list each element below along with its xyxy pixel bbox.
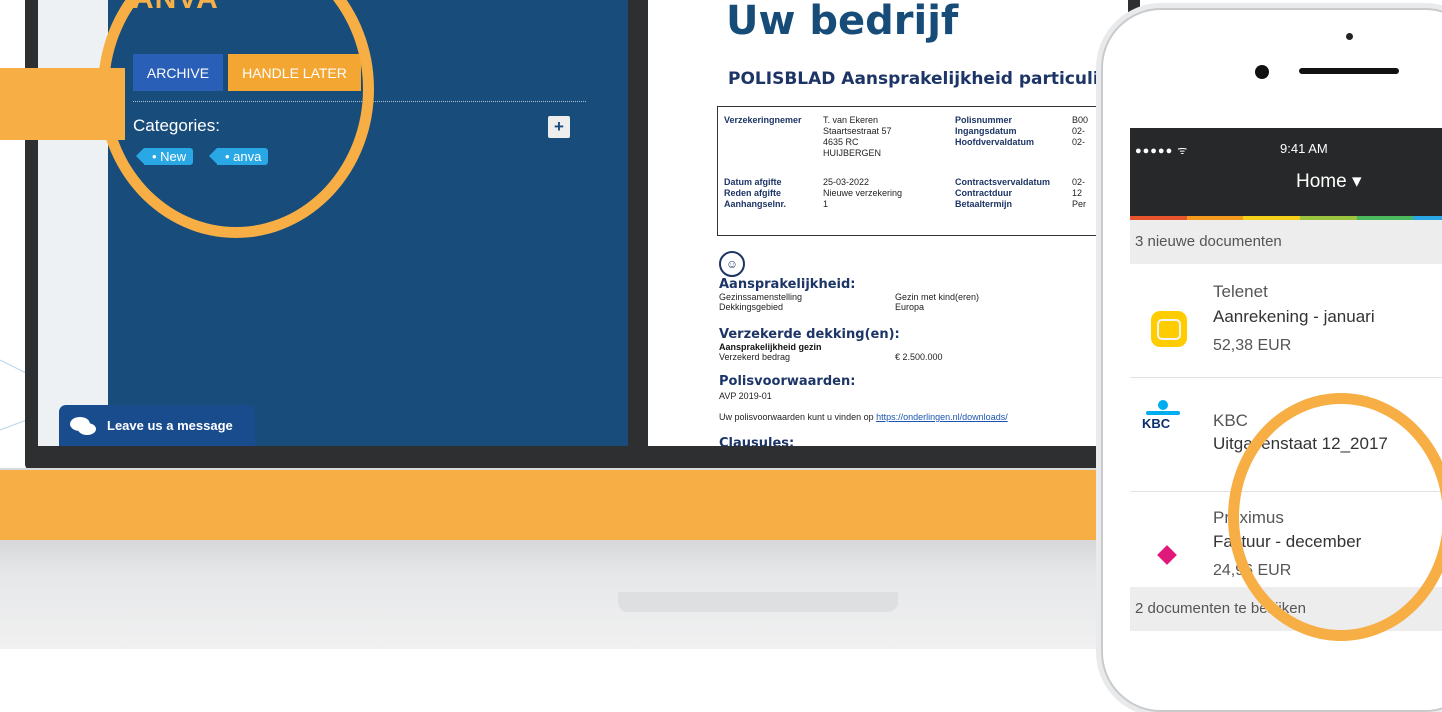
polisvoorwaarden-heading: Polisvoorwaarden: <box>719 374 856 389</box>
value: HUIJBERGEN <box>823 148 882 158</box>
label: Contractduur <box>955 188 1012 198</box>
value: 02- <box>1072 177 1086 187</box>
polisvoorwaarden-code: AVP 2019-01 <box>719 391 772 401</box>
label: Polisnummer <box>955 115 1013 125</box>
label: Betaaltermijn <box>955 199 1013 209</box>
chat-label: Leave us a message <box>107 418 233 433</box>
leave-message-button[interactable]: Leave us a message <box>59 405 255 446</box>
value: Staartsestraat 57 <box>823 126 892 136</box>
app-header: ●●●●● ᯤ 9:41 AM Home ▾ <box>1130 128 1442 218</box>
value: 12 <box>1072 188 1083 198</box>
status-time: 9:41 AM <box>1280 141 1328 156</box>
value: 02- <box>1072 137 1086 147</box>
policy-details-box: Verzekeringnemer T. van Ekeren Staartses… <box>717 106 1128 236</box>
dekking-heading: Verzekerde dekking(en): <box>719 327 900 342</box>
label: Hoofdvervaldatum <box>955 137 1035 147</box>
value: 25-03-2022 <box>823 177 870 187</box>
telenet-icon <box>1151 311 1187 347</box>
phone-sensor <box>1346 33 1353 40</box>
clausules-heading: Clausules: <box>719 436 795 446</box>
label: Datum afgifte <box>724 177 782 187</box>
signal-icon: ●●●●● ᯤ <box>1135 145 1189 157</box>
label: Contractsvervaldatum <box>955 177 1051 187</box>
policy-document: Uw bedrijf POLISBLAD Aansprakelijkheid p… <box>648 0 1128 446</box>
item-name: KBC <box>1213 411 1248 430</box>
value: B00 <box>1072 115 1089 125</box>
highlight-circle-right <box>1228 393 1442 641</box>
item-amount: 52,38 EUR <box>1213 337 1292 354</box>
value: 1 <box>823 199 829 209</box>
phone-speaker <box>1299 68 1399 74</box>
screen-divider <box>628 0 648 446</box>
polisvoorwaarden-text: Uw polisvoorwaarden kunt u vinden op <box>719 412 874 422</box>
label: Dekkingsgebied <box>719 302 784 312</box>
value: Gezin met kind(eren) <box>895 292 980 302</box>
label: Reden afgifte <box>724 188 782 198</box>
document-heading: Uw bedrijf <box>726 0 959 44</box>
family-icon: ☺ <box>719 251 745 277</box>
downloads-link[interactable]: https://onderlingen.nl/downloads/ <box>876 412 1008 422</box>
kbc-icon: KBC <box>1140 400 1186 440</box>
label: Aanhangselnr. <box>724 199 787 209</box>
label: Ingangsdatum <box>955 126 1017 136</box>
document-item-telenet[interactable]: Telenet Aanrekening - januari 52,38 EUR <box>1130 264 1442 378</box>
label: Aansprakelijkheid gezin <box>719 342 822 352</box>
value: Europa <box>895 302 925 312</box>
trackpad-notch <box>618 592 898 612</box>
policy-title: POLISBLAD Aansprakelijkheid particulier <box>728 69 1119 89</box>
label: Verzekerd bedrag <box>719 352 791 362</box>
item-description: Aanrekening - januari <box>1213 307 1375 326</box>
value: 02- <box>1072 126 1086 136</box>
value: Per <box>1072 199 1087 209</box>
home-dropdown[interactable]: Home ▾ <box>1296 170 1362 193</box>
item-name: Telenet <box>1213 282 1268 301</box>
value: € 2.500.000 <box>895 352 943 362</box>
value: T. van Ekeren <box>823 115 879 125</box>
label: Gezinssamenstelling <box>719 292 803 302</box>
value: 4635 RC <box>823 137 859 147</box>
add-category-button[interactable]: + <box>548 116 570 138</box>
value: Nieuwe verzekering <box>823 188 903 198</box>
phone-camera <box>1255 65 1269 79</box>
label: Verzekeringnemer <box>724 115 802 125</box>
proximus-icon <box>1157 545 1177 565</box>
screen-left-strip <box>38 0 108 446</box>
new-documents-header: 3 nieuwe documenten <box>1130 220 1442 264</box>
chat-bubbles-icon <box>70 416 96 435</box>
highlight-bar-bottom <box>0 470 1290 540</box>
aansprakelijkheid-heading: Aansprakelijkheid: <box>719 277 856 292</box>
